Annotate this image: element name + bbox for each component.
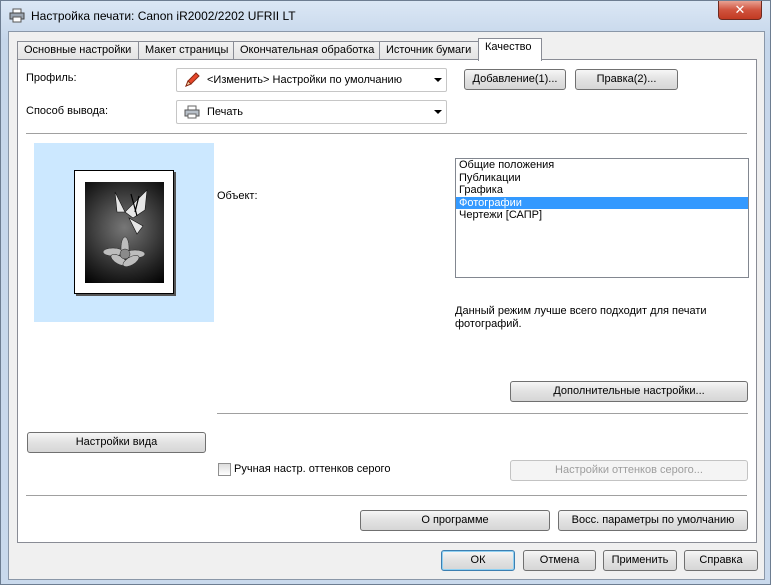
output-method-combo[interactable]: Печать bbox=[176, 100, 447, 124]
printer-icon bbox=[184, 105, 200, 119]
cancel-button[interactable]: Отмена bbox=[523, 550, 596, 571]
grayscale-settings-button[interactable]: Настройки оттенков серого... bbox=[510, 460, 748, 481]
tab-page-layout[interactable]: Макет страницы bbox=[138, 41, 234, 60]
profile-label: Профиль: bbox=[26, 72, 77, 84]
ok-button[interactable]: ОК bbox=[441, 550, 515, 571]
printer-icon bbox=[9, 8, 25, 23]
manual-grayscale-checkbox[interactable] bbox=[218, 463, 231, 476]
print-settings-window: Настройка печати: Canon iR2002/2202 UFRI… bbox=[0, 0, 771, 585]
window-title: Настройка печати: Canon iR2002/2202 UFRI… bbox=[31, 9, 296, 23]
dialog-client: Основные настройки Макет страницы Оконча… bbox=[8, 31, 765, 580]
object-listbox[interactable]: Общие положения Публикации Графика Фотог… bbox=[455, 158, 749, 278]
restore-defaults-button[interactable]: Восс. параметры по умолчанию bbox=[558, 510, 748, 531]
add-profile-button[interactable]: Добавление(1)... bbox=[464, 69, 566, 90]
apply-button[interactable]: Применить bbox=[603, 550, 677, 571]
view-settings-button[interactable]: Настройки вида bbox=[27, 432, 206, 453]
about-button[interactable]: О программе bbox=[360, 510, 550, 531]
list-item[interactable]: Общие положения bbox=[456, 159, 748, 172]
close-button[interactable]: ✕ bbox=[718, 1, 762, 20]
list-item[interactable]: Публикации bbox=[456, 172, 748, 185]
list-item[interactable]: Чертежи [САПР] bbox=[456, 209, 748, 222]
preview-paper bbox=[74, 170, 174, 294]
butterfly-flower-icon bbox=[102, 189, 148, 267]
title-bar[interactable]: Настройка печати: Canon iR2002/2202 UFRI… bbox=[1, 1, 770, 31]
butterfly-photo-image bbox=[85, 182, 164, 283]
object-label: Объект: bbox=[217, 190, 258, 202]
list-item[interactable]: Графика bbox=[456, 184, 748, 197]
tab-basic-settings[interactable]: Основные настройки bbox=[17, 41, 139, 60]
help-button[interactable]: Справка bbox=[684, 550, 758, 571]
chevron-down-icon bbox=[434, 110, 442, 114]
divider bbox=[26, 133, 747, 134]
profile-combo[interactable]: <Изменить> Настройки по умолчанию bbox=[176, 68, 447, 92]
divider bbox=[26, 495, 747, 496]
output-method-value: Печать bbox=[207, 106, 244, 118]
output-method-label: Способ вывода: bbox=[26, 105, 109, 117]
chevron-down-icon bbox=[434, 78, 442, 82]
edit-profile-button[interactable]: Правка(2)... bbox=[575, 69, 678, 90]
tab-finishing[interactable]: Окончательная обработка bbox=[233, 41, 380, 60]
pencil-icon bbox=[185, 72, 200, 87]
quality-tab-page: Профиль: <Изменить> Настройки по умолчан… bbox=[17, 59, 757, 543]
list-item-selected[interactable]: Фотографии bbox=[456, 196, 748, 209]
print-preview-panel bbox=[34, 143, 214, 322]
profile-value: <Изменить> Настройки по умолчанию bbox=[207, 74, 402, 86]
manual-grayscale-label: Ручная настр. оттенков серого bbox=[234, 463, 391, 475]
tab-quality[interactable]: Качество bbox=[478, 38, 542, 61]
divider bbox=[217, 413, 748, 414]
advanced-settings-button[interactable]: Дополнительные настройки... bbox=[510, 381, 748, 402]
tab-paper-source[interactable]: Источник бумаги bbox=[379, 41, 479, 60]
mode-description: Данный режим лучше всего подходит для пе… bbox=[455, 305, 707, 330]
